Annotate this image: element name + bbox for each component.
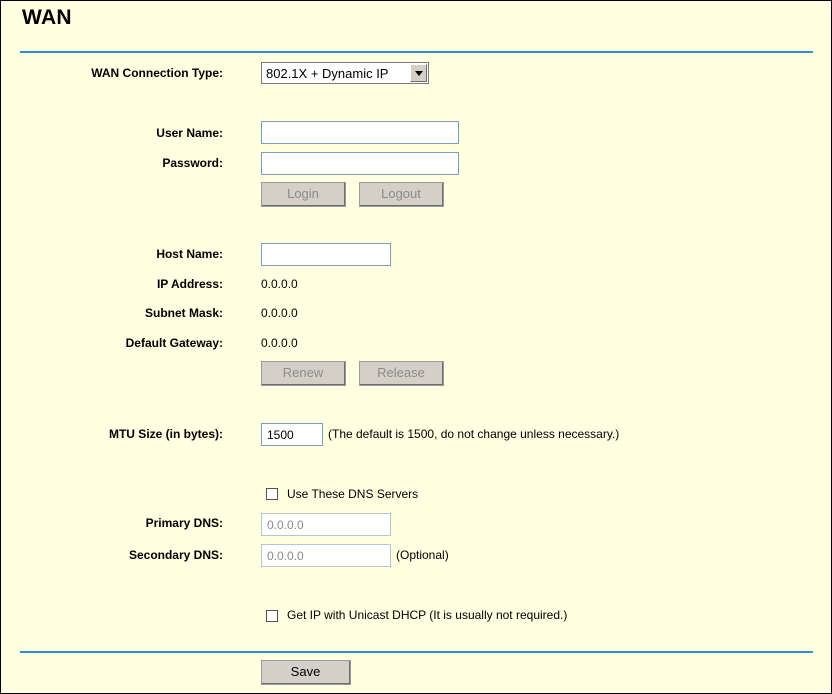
unicast-dhcp-checkbox[interactable] [266,610,278,622]
release-button[interactable]: Release [359,361,444,386]
password-input[interactable] [261,152,459,175]
mtu-input[interactable] [261,423,323,446]
subnet-mask-label: Subnet Mask: [144,306,223,320]
ip-address-value: 0.0.0.0 [261,277,298,291]
ip-address-label: IP Address: [156,277,223,291]
save-button[interactable]: Save [261,660,351,685]
host-name-input[interactable] [261,243,391,266]
chevron-down-icon[interactable] [410,64,427,82]
top-divider [20,51,813,53]
subnet-mask-value: 0.0.0.0 [261,306,298,320]
wan-type-selected: 802.1X + Dynamic IP [266,66,389,81]
default-gateway-label: Default Gateway: [125,336,223,350]
logout-button[interactable]: Logout [359,182,444,207]
unicast-dhcp-label: Get IP with Unicast DHCP (It is usually … [287,608,568,622]
use-dns-checkbox[interactable] [266,488,278,500]
page-title: WAN [22,6,72,29]
wan-type-select[interactable]: 802.1X + Dynamic IP [261,62,429,84]
username-label: User Name: [156,126,223,140]
mtu-label: MTU Size (in bytes): [108,427,223,441]
default-gateway-value: 0.0.0.0 [261,336,298,350]
primary-dns-input[interactable] [261,513,391,536]
secondary-dns-hint: (Optional) [396,548,449,562]
mtu-hint: (The default is 1500, do not change unle… [328,427,620,441]
renew-button[interactable]: Renew [261,361,346,386]
host-name-label: Host Name: [156,247,223,261]
secondary-dns-input[interactable] [261,544,391,567]
wan-type-label: WAN Connection Type: [91,66,223,80]
bottom-divider [20,651,813,653]
primary-dns-label: Primary DNS: [145,516,223,530]
use-dns-label: Use These DNS Servers [287,487,419,501]
username-input[interactable] [261,121,459,144]
password-label: Password: [162,156,223,170]
login-button[interactable]: Login [261,182,346,207]
secondary-dns-label: Secondary DNS: [128,548,223,562]
